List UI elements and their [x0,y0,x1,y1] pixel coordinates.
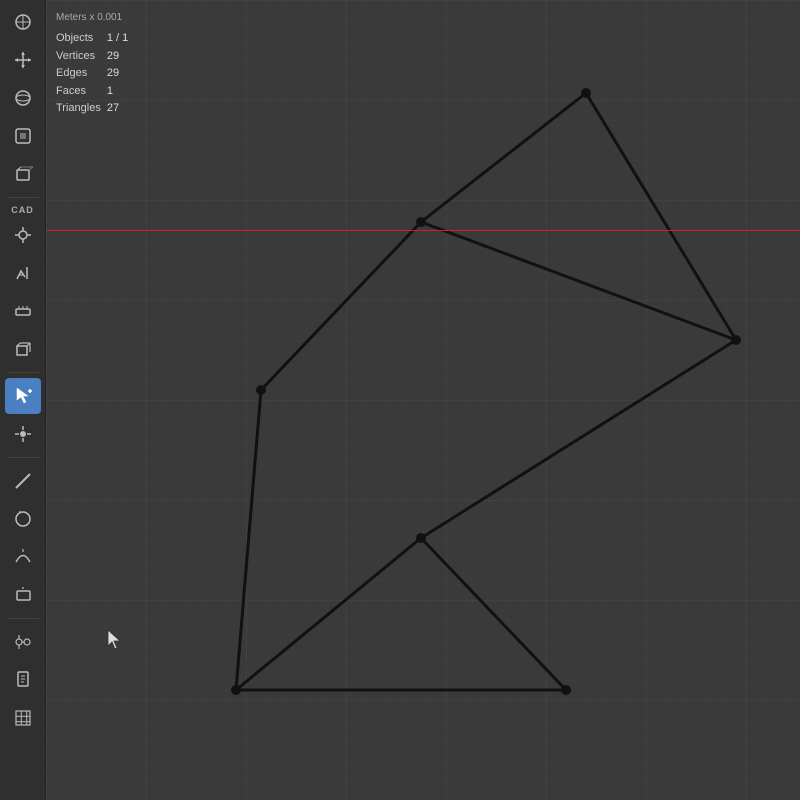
measure-icon[interactable] [5,293,41,329]
page-icon[interactable] [5,662,41,698]
separator-3 [7,457,39,458]
rect-icon[interactable] [5,577,41,613]
line-icon[interactable] [5,463,41,499]
separator-1 [7,197,39,198]
orbit-icon[interactable] [5,80,41,116]
annotate-icon[interactable] [5,255,41,291]
transform3d-icon[interactable] [5,156,41,192]
view-icon[interactable] [5,118,41,154]
box3d-icon[interactable] [5,331,41,367]
circle-icon[interactable] [5,501,41,537]
separator-2 [7,372,39,373]
pointer-plus-icon[interactable] [5,378,41,414]
separator-4 [7,618,39,619]
left-toolbar: CAD [0,0,46,800]
snap-icon[interactable] [5,217,41,253]
cad-label: CAD [11,205,34,215]
viewport[interactable]: Meters x 0.001 Objects 1 / 1 Vertices 29… [46,0,800,800]
cursor-icon[interactable] [5,4,41,40]
move-icon[interactable] [5,42,41,78]
grid-background [46,0,800,800]
connect-icon[interactable] [5,624,41,660]
move-node-icon[interactable] [5,416,41,452]
arc-icon[interactable] [5,539,41,575]
grid-icon[interactable] [5,700,41,736]
